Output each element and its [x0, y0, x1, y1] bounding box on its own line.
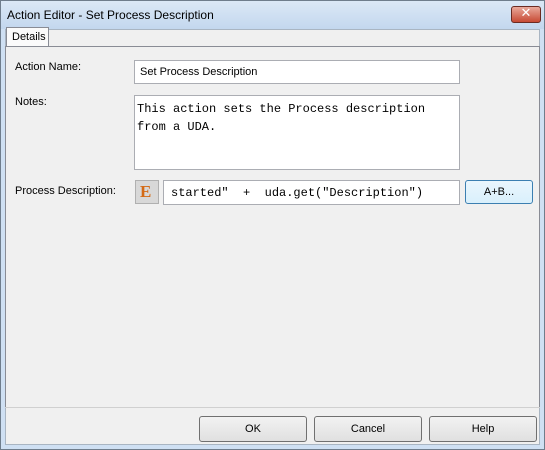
notes-label: Notes: — [15, 96, 47, 108]
expression-builder-label: A+B... — [483, 186, 515, 198]
ok-button[interactable]: OK — [199, 416, 307, 442]
help-label: Help — [471, 423, 495, 435]
window-title: Action Editor - Set Process Description — [7, 8, 214, 22]
expression-builder-button[interactable]: A+B... — [465, 180, 533, 204]
close-icon: ✕ — [520, 6, 532, 21]
expression-icon-letter: E — [140, 182, 152, 201]
cancel-label: Cancel — [350, 423, 386, 435]
action-editor-window: Action Editor - Set Process Description … — [0, 0, 545, 450]
title-bar: Action Editor - Set Process Description … — [1, 1, 544, 29]
notes-line-2: from a UDA. — [137, 120, 217, 134]
process-description-label: Process Description: — [15, 185, 116, 197]
close-button[interactable]: ✕ — [511, 6, 541, 23]
tab-details[interactable]: Details — [6, 27, 49, 47]
action-name-input[interactable]: Set Process Description — [134, 60, 460, 84]
process-description-input[interactable]: started" + uda.get("Description") — [163, 180, 460, 205]
tab-details-label: Details — [12, 31, 46, 43]
notes-line-1: This action sets the Process description — [137, 102, 426, 116]
footer-divider — [5, 407, 540, 408]
expression-icon[interactable]: E — [135, 180, 159, 204]
cancel-button[interactable]: Cancel — [314, 416, 422, 442]
action-name-label: Action Name: — [15, 61, 82, 73]
action-name-value: Set Process Description — [140, 66, 258, 78]
process-description-value: started" + uda.get("Description") — [171, 186, 424, 200]
notes-textarea[interactable]: This action sets the Process description… — [134, 95, 460, 170]
ok-label: OK — [245, 423, 261, 435]
help-button[interactable]: Help — [429, 416, 537, 442]
